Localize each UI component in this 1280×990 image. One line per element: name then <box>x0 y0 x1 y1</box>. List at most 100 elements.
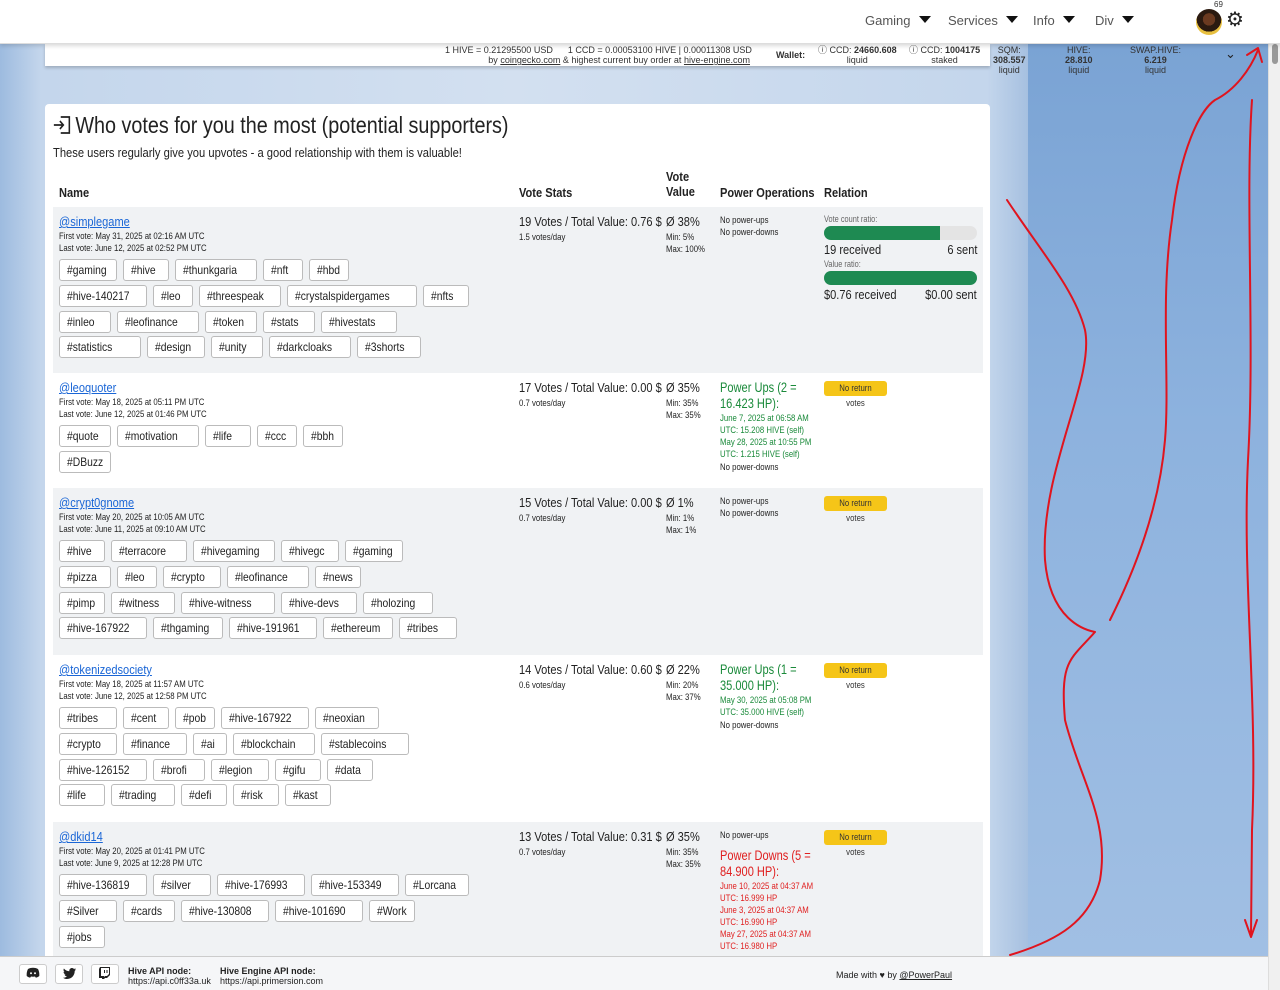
tag-chip[interactable]: #hive-191961 <box>229 617 317 640</box>
scrollbar[interactable] <box>1268 44 1280 990</box>
tag-chip[interactable]: #jobs <box>59 925 105 948</box>
tag-chip[interactable]: #blockchain <box>233 732 315 755</box>
header-vote-stats[interactable]: Vote Stats <box>519 185 572 200</box>
tag-chip[interactable]: #life <box>205 425 251 447</box>
header-vote-value[interactable]: Vote Value <box>666 169 695 199</box>
tag-chip[interactable]: #risk <box>233 784 279 807</box>
tag-chip[interactable]: #bbh <box>303 425 343 447</box>
tag-chip[interactable]: #Lorcana <box>405 874 469 896</box>
scrollbar-thumb[interactable] <box>1272 44 1278 64</box>
header-relation[interactable]: Relation <box>824 185 868 200</box>
tag-chip[interactable]: #silver <box>153 874 211 896</box>
tag-chip[interactable]: #darkcloaks <box>269 336 351 359</box>
tag-chip[interactable]: #Silver <box>59 899 117 922</box>
tag-chip[interactable]: #leo <box>153 284 193 307</box>
tag-chip[interactable]: #legion <box>211 758 269 781</box>
tag-chip[interactable]: #ai <box>193 732 227 755</box>
tag-chip[interactable]: #ccc <box>257 425 297 447</box>
hive-engine-link[interactable]: hive-engine.com <box>684 55 750 65</box>
user-link[interactable]: @simplegame <box>59 214 130 229</box>
tag-chip[interactable]: #hive-101690 <box>275 899 363 922</box>
tag-chip[interactable]: #hive-167922 <box>59 617 147 640</box>
tag-chip[interactable]: #holozing <box>363 591 433 614</box>
tag-chip[interactable]: #statistics <box>59 336 141 359</box>
tag-chip[interactable]: #cent <box>123 707 169 729</box>
tag-chip[interactable]: #stablecoins <box>321 732 409 755</box>
header-power-operations[interactable]: Power Operations <box>720 185 815 200</box>
info-icon[interactable]: ⓘ <box>818 45 827 55</box>
header-name[interactable]: Name <box>59 185 89 200</box>
tag-chip[interactable]: #pimp <box>59 591 105 614</box>
tag-chip[interactable]: #thgaming <box>153 617 223 640</box>
tag-chip[interactable]: #crystalspidergames <box>287 284 417 307</box>
tag-chip[interactable]: #defi <box>181 784 227 807</box>
tag-chip[interactable]: #hbd <box>309 259 349 281</box>
tag-chip[interactable]: #ethereum <box>323 617 393 640</box>
tag-chip[interactable]: #gaming <box>345 540 403 562</box>
nav-div[interactable]: Div <box>1095 13 1134 28</box>
tag-chip[interactable]: #hive-witness <box>181 591 275 614</box>
tag-chip[interactable]: #pizza <box>59 565 111 588</box>
tag-chip[interactable]: #hive-176993 <box>217 874 305 896</box>
tag-chip[interactable]: #finance <box>123 732 187 755</box>
tag-chip[interactable]: #crypto <box>59 732 117 755</box>
tag-chip[interactable]: #Work <box>369 899 415 922</box>
powerpaul-link[interactable]: @PowerPaul <box>899 970 952 980</box>
tag-chip[interactable]: #unity <box>211 336 263 359</box>
tag-chip[interactable]: #hivestats <box>321 310 397 333</box>
tag-chip[interactable]: #hive-136819 <box>59 874 147 896</box>
user-link[interactable]: @tokenizedsociety <box>59 662 152 677</box>
tag-chip[interactable]: #leofinance <box>227 565 309 588</box>
tag-chip[interactable]: #brofi <box>153 758 205 781</box>
tag-chip[interactable]: #witness <box>111 591 175 614</box>
user-link[interactable]: @dkid14 <box>59 829 103 844</box>
tag-chip[interactable]: #hive-126152 <box>59 758 147 781</box>
tag-chip[interactable]: #quote <box>59 425 111 447</box>
tag-chip[interactable]: #gaming <box>59 259 117 281</box>
avatar[interactable] <box>1196 9 1222 35</box>
tag-chip[interactable]: #data <box>327 758 373 781</box>
user-link[interactable]: @crypt0gnome <box>59 495 134 510</box>
tag-chip[interactable]: #tribes <box>399 617 457 640</box>
tag-chip[interactable]: #hive-153349 <box>311 874 399 896</box>
nav-gaming[interactable]: Gaming <box>865 13 931 28</box>
tag-chip[interactable]: #nfts <box>423 284 469 307</box>
tag-chip[interactable]: #hive-130808 <box>181 899 269 922</box>
nav-services[interactable]: Services <box>948 13 1018 28</box>
tag-chip[interactable]: #crypto <box>163 565 221 588</box>
tag-chip[interactable]: #threespeak <box>199 284 281 307</box>
discord-icon[interactable] <box>19 964 47 984</box>
coingecko-link[interactable]: coingecko.com <box>500 55 560 65</box>
tag-chip[interactable]: #design <box>147 336 205 359</box>
tag-chip[interactable]: #gifu <box>275 758 321 781</box>
tag-chip[interactable]: #DBuzz <box>59 450 111 473</box>
info-icon[interactable]: ⓘ <box>909 45 918 55</box>
tag-chip[interactable]: #nft <box>263 259 303 281</box>
tag-chip[interactable]: #hivegaming <box>193 540 275 562</box>
tag-chip[interactable]: #neoxian <box>315 707 379 729</box>
gear-icon[interactable]: ⚙ <box>1226 9 1248 31</box>
tag-chip[interactable]: #3shorts <box>357 336 421 359</box>
tag-chip[interactable]: #stats <box>263 310 315 333</box>
wallet-expand-chevron[interactable]: ⌄ <box>1225 46 1236 62</box>
tag-chip[interactable]: #motivation <box>117 425 199 447</box>
tag-chip[interactable]: #hivegc <box>281 540 339 562</box>
tag-chip[interactable]: #hive <box>59 540 105 562</box>
tag-chip[interactable]: #pob <box>175 707 215 729</box>
tag-chip[interactable]: #news <box>315 565 361 588</box>
tag-chip[interactable]: #hive-140217 <box>59 284 147 307</box>
tag-chip[interactable]: #kast <box>285 784 331 807</box>
tag-chip[interactable]: #inleo <box>59 310 111 333</box>
tag-chip[interactable]: #terracore <box>111 540 187 562</box>
tag-chip[interactable]: #thunkgaria <box>175 259 257 281</box>
tag-chip[interactable]: #token <box>205 310 257 333</box>
twitter-icon[interactable] <box>55 964 83 984</box>
tag-chip[interactable]: #leofinance <box>117 310 199 333</box>
tag-chip[interactable]: #tribes <box>59 707 117 729</box>
tag-chip[interactable]: #hive <box>123 259 169 281</box>
nav-info[interactable]: Info <box>1033 13 1075 28</box>
user-link[interactable]: @leoquoter <box>59 380 116 395</box>
tag-chip[interactable]: #hive-167922 <box>221 707 309 729</box>
tag-chip[interactable]: #life <box>59 784 105 807</box>
tag-chip[interactable]: #hive-devs <box>281 591 357 614</box>
